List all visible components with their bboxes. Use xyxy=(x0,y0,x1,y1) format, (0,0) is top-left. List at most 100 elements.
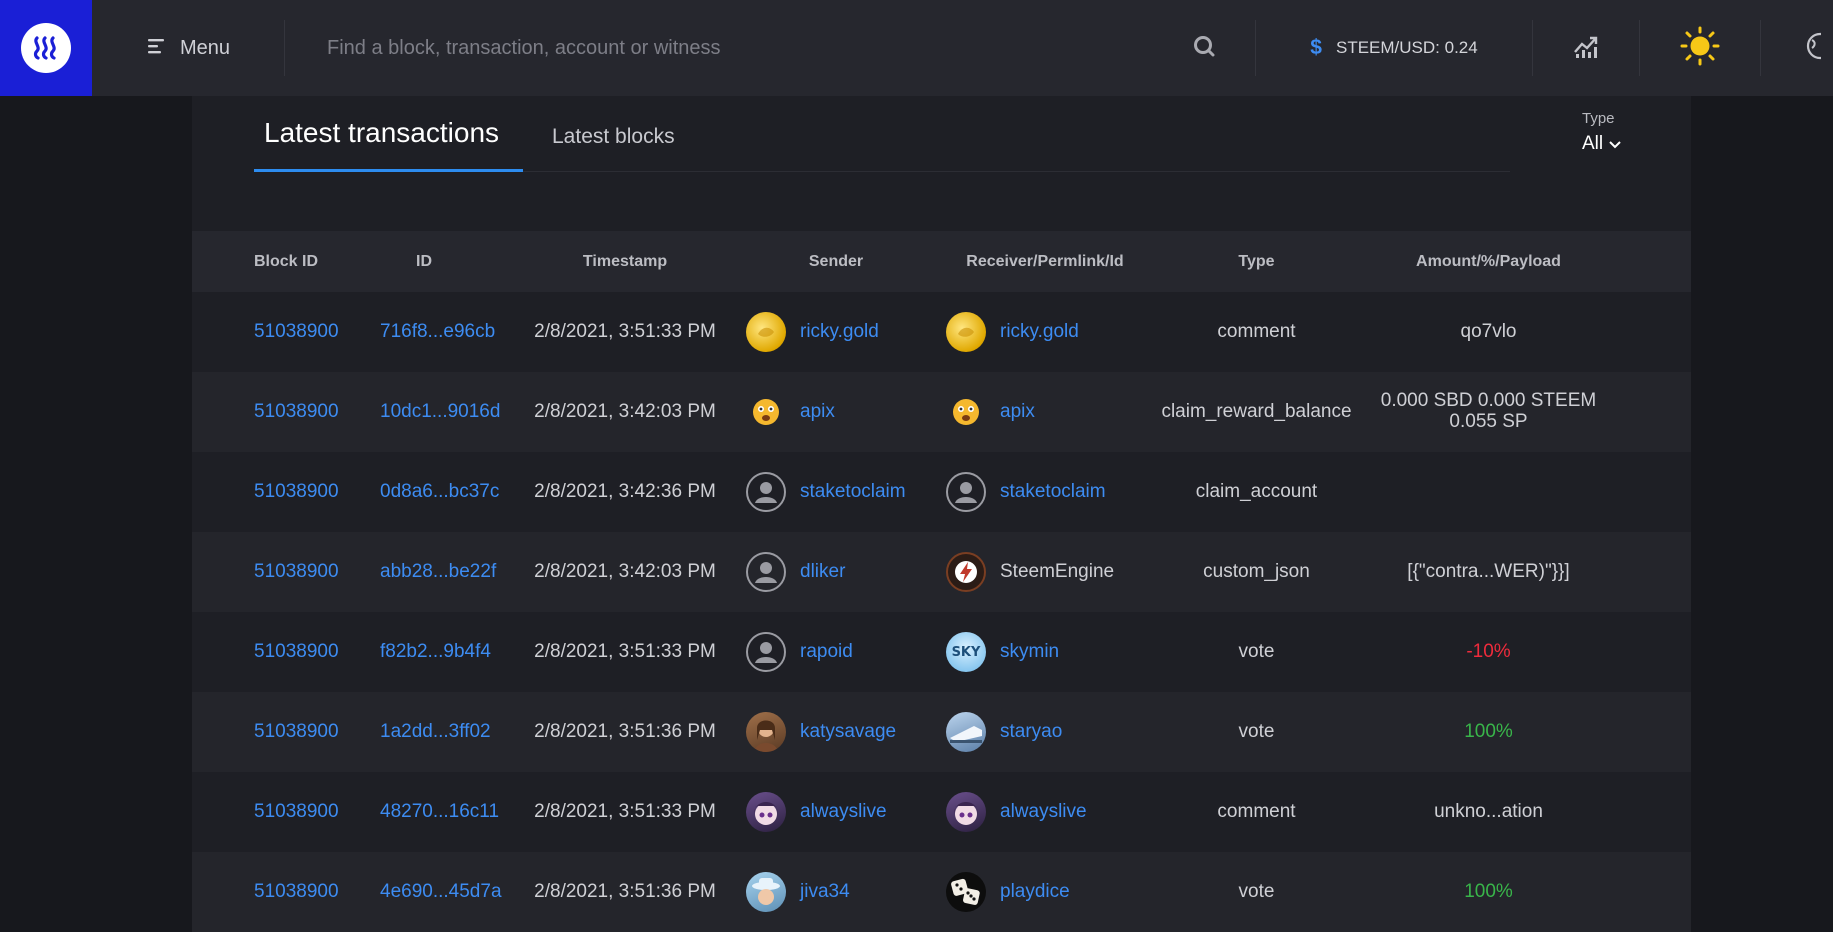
steem-logo[interactable] xyxy=(0,0,92,96)
block-id-link[interactable]: 51038900 xyxy=(254,561,339,582)
block-id-link[interactable]: 51038900 xyxy=(254,881,339,902)
avatar[interactable] xyxy=(946,552,986,592)
table-row: 51038900 4e690...45d7a 2/8/2021, 3:51:36 P… xyxy=(192,852,1691,932)
sender-link[interactable]: jiva34 xyxy=(800,881,850,903)
receiver-text: SteemEngine xyxy=(1000,561,1115,582)
receiver-link[interactable]: staryao xyxy=(1000,721,1062,743)
type-filter-value: All xyxy=(1582,133,1604,154)
table-row: 51038900 1a2dd...3ff02 2/8/2021, 3:51:36 P… xyxy=(192,692,1691,772)
tx-amount xyxy=(1359,452,1618,532)
tx-type: vote xyxy=(1238,721,1275,742)
tx-amount: unkno...ation xyxy=(1434,800,1543,822)
receiver-link[interactable]: playdice xyxy=(1000,881,1070,903)
timestamp: 2/8/2021, 3:42:03 PM xyxy=(534,401,716,422)
search-icon[interactable] xyxy=(1193,35,1215,62)
timestamp: 2/8/2021, 3:42:36 PM xyxy=(534,481,716,502)
sender-link[interactable]: staketoclaim xyxy=(800,481,906,503)
table-row: 51038900 48270...16c11 2/8/2021, 3:51:33 P… xyxy=(192,772,1691,852)
tx-id-link[interactable]: 48270...16c11 xyxy=(380,801,499,822)
receiver-link[interactable]: apix xyxy=(1000,401,1035,423)
tx-id-link[interactable]: f82b2...9b4f4 xyxy=(380,641,491,662)
sender-link[interactable]: dliker xyxy=(800,561,845,583)
timestamp: 2/8/2021, 3:51:36 PM xyxy=(534,721,716,742)
block-id-link[interactable]: 51038900 xyxy=(254,641,339,662)
tx-id-link[interactable]: 0d8a6...bc37c xyxy=(380,481,499,502)
sender-link[interactable]: ricky.gold xyxy=(800,321,879,343)
table-row: 51038900 716f8...e96cb 2/8/2021, 3:51:33 P… xyxy=(192,292,1691,372)
sun-icon xyxy=(1680,26,1720,71)
tx-type: vote xyxy=(1238,641,1275,662)
tx-id-link[interactable]: 10dc1...9016d xyxy=(380,401,500,422)
transactions-table: Block ID ID Timestamp Sender Receiver/Pe… xyxy=(192,231,1691,932)
search-input[interactable] xyxy=(327,36,1147,60)
tx-id-link[interactable]: 1a2dd...3ff02 xyxy=(380,721,491,742)
sender-link[interactable]: apix xyxy=(800,401,835,423)
column-header: Type xyxy=(1238,252,1275,270)
timestamp: 2/8/2021, 3:51:33 PM xyxy=(534,801,716,822)
tx-id-link[interactable]: 716f8...e96cb xyxy=(380,321,495,342)
avatar[interactable] xyxy=(746,872,786,912)
column-header: Amount/%/Payload xyxy=(1416,252,1561,270)
tx-amount: -10% xyxy=(1466,640,1511,662)
table-row: 51038900 abb28...be22f 2/8/2021, 3:42:03 P… xyxy=(192,532,1691,612)
block-id-link[interactable]: 51038900 xyxy=(254,721,339,742)
avatar[interactable] xyxy=(746,392,786,432)
type-filter: Type All xyxy=(1582,110,1621,155)
table-header-row: Block ID ID Timestamp Sender Receiver/Pe… xyxy=(192,231,1691,292)
timestamp: 2/8/2021, 3:51:36 PM xyxy=(534,881,716,902)
tab-latest-transactions[interactable]: Latest transactions xyxy=(254,96,523,172)
receiver-link[interactable]: staketoclaim xyxy=(1000,481,1106,503)
block-id-link[interactable]: 51038900 xyxy=(254,321,339,342)
avatar[interactable] xyxy=(746,472,786,512)
menu-button[interactable]: Menu xyxy=(148,37,284,60)
price-ticker[interactable]: $ STEEM/USD: 0.24 xyxy=(1256,36,1532,60)
tx-amount: 100% xyxy=(1464,720,1513,742)
table-row: 51038900 10dc1...9016d 2/8/2021, 3:42:03 P… xyxy=(192,372,1691,452)
block-id-link[interactable]: 51038900 xyxy=(254,401,339,422)
tx-type: claim_reward_balance xyxy=(1161,401,1352,422)
timestamp: 2/8/2021, 3:51:33 PM xyxy=(534,321,716,342)
sender-link[interactable]: katysavage xyxy=(800,721,896,743)
tx-id-link[interactable]: 4e690...45d7a xyxy=(380,881,502,902)
receiver-link[interactable]: skymin xyxy=(1000,641,1059,663)
avatar[interactable] xyxy=(946,472,986,512)
avatar[interactable] xyxy=(946,792,986,832)
avatar[interactable] xyxy=(946,312,986,352)
avatar[interactable] xyxy=(746,632,786,672)
tx-type: claim_account xyxy=(1195,481,1318,502)
theme-toggle-button[interactable] xyxy=(1640,0,1760,96)
chart-button[interactable] xyxy=(1533,0,1639,96)
tx-amount: 0.000 SBD 0.000 STEEM 0.055 SP xyxy=(1380,390,1597,432)
tx-amount: [{"contra...WER)"}}] xyxy=(1407,560,1570,582)
avatar[interactable] xyxy=(946,392,986,432)
column-header: ID xyxy=(416,252,432,270)
dollar-icon: $ xyxy=(1310,36,1322,59)
block-id-link[interactable]: 51038900 xyxy=(254,481,339,502)
avatar[interactable] xyxy=(746,552,786,592)
avatar[interactable] xyxy=(746,712,786,752)
language-button[interactable] xyxy=(1761,0,1821,96)
block-id-link[interactable]: 51038900 xyxy=(254,801,339,822)
avatar[interactable] xyxy=(746,312,786,352)
tx-id-link[interactable]: abb28...be22f xyxy=(380,561,496,582)
type-filter-label: Type xyxy=(1582,110,1615,127)
sender-link[interactable]: alwayslive xyxy=(800,801,887,823)
tab-bar: Latest transactions Latest blocks xyxy=(254,96,1510,172)
avatar[interactable] xyxy=(946,712,986,752)
price-text: STEEM/USD: 0.24 xyxy=(1335,38,1478,57)
avatar[interactable]: SKY xyxy=(946,632,986,672)
steem-logo-icon xyxy=(21,23,71,73)
type-filter-select[interactable]: All xyxy=(1582,133,1621,155)
avatar[interactable] xyxy=(946,872,986,912)
tab-latest-blocks[interactable]: Latest blocks xyxy=(552,96,675,172)
tx-type: custom_json xyxy=(1203,561,1310,582)
column-header: Timestamp xyxy=(582,252,668,270)
avatar[interactable] xyxy=(746,792,786,832)
menu-icon xyxy=(148,37,166,60)
receiver-link[interactable]: ricky.gold xyxy=(1000,321,1079,343)
tab-label: Latest blocks xyxy=(552,125,675,148)
sender-link[interactable]: rapoid xyxy=(800,641,853,663)
main-panel: Latest transactions Latest blocks Type A… xyxy=(192,96,1691,932)
tx-amount: qo7vlo xyxy=(1460,320,1517,342)
receiver-link[interactable]: alwayslive xyxy=(1000,801,1087,823)
